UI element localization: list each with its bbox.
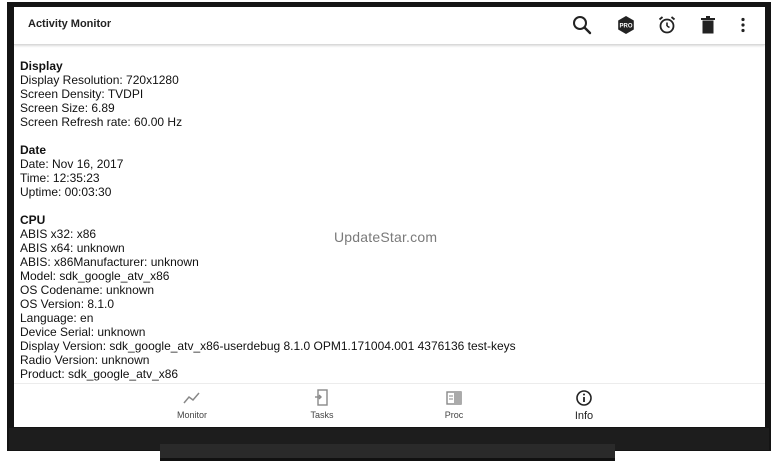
info-line: Model: sdk_google_atv_x86 (20, 269, 170, 283)
nav-monitor[interactable]: Monitor (152, 388, 232, 426)
app-screen: Activity Monitor PRO Display Display Res… (14, 7, 765, 427)
info-line: Screen Size: 6.89 (20, 101, 115, 115)
info-line: Time: 12:35:23 (20, 171, 100, 185)
nav-label: Tasks (310, 410, 334, 420)
section-title: Date (20, 143, 47, 157)
alarm-clock-icon[interactable] (655, 13, 679, 37)
list-panel-icon (446, 391, 462, 405)
info-line: Display Version: sdk_google_atv_x86-user… (20, 339, 516, 353)
info-line: Device Serial: unknown (20, 325, 146, 339)
watermark: UpdateStar.com (334, 229, 438, 245)
info-line: Product: sdk_google_atv_x86 (20, 367, 179, 381)
info-line: Screen Density: TVDPI (20, 87, 144, 101)
line-chart-icon (183, 392, 200, 404)
info-line: Screen Refresh rate: 60.00 Hz (20, 115, 183, 129)
info-icon (576, 390, 592, 406)
info-content: Display Display Resolution: 720x1280 Scr… (20, 59, 750, 395)
info-line: ABIS: x86Manufacturer: unknown (20, 255, 199, 269)
more-vert-icon[interactable] (731, 13, 755, 37)
svg-text:PRO: PRO (619, 24, 632, 30)
info-line: Uptime: 00:03:30 (20, 185, 112, 199)
phone-icon (315, 389, 328, 406)
nav-info[interactable]: Info (544, 388, 624, 426)
app-title: Activity Monitor (28, 18, 112, 30)
nav-label: Proc (444, 410, 464, 420)
nav-label: Monitor (176, 410, 207, 420)
pro-badge-icon[interactable]: PRO (614, 13, 638, 37)
nav-proc[interactable]: Proc (414, 388, 494, 426)
section-title: Display (20, 59, 63, 73)
info-line: Language: en (20, 311, 94, 325)
trash-icon[interactable] (696, 13, 720, 37)
top-app-bar: Activity Monitor PRO (14, 7, 765, 45)
date-section: Date Date: Nov 16, 2017 Time: 12:35:23 U… (20, 143, 750, 199)
info-line: OS Version: 8.1.0 (20, 297, 115, 311)
section-title: CPU (20, 213, 46, 227)
info-line: Radio Version: unknown (20, 353, 150, 367)
bottom-navigation: Monitor Tasks Proc Info (14, 383, 765, 427)
info-line: OS Codename: unknown (20, 283, 155, 297)
tv-stand (160, 444, 615, 461)
nav-label: Info (574, 410, 594, 422)
nav-tasks[interactable]: Tasks (282, 388, 362, 426)
info-line: Display Resolution: 720x1280 (20, 73, 179, 87)
search-icon[interactable] (570, 13, 594, 37)
display-section: Display Display Resolution: 720x1280 Scr… (20, 59, 750, 129)
info-line: Date: Nov 16, 2017 (20, 157, 124, 171)
